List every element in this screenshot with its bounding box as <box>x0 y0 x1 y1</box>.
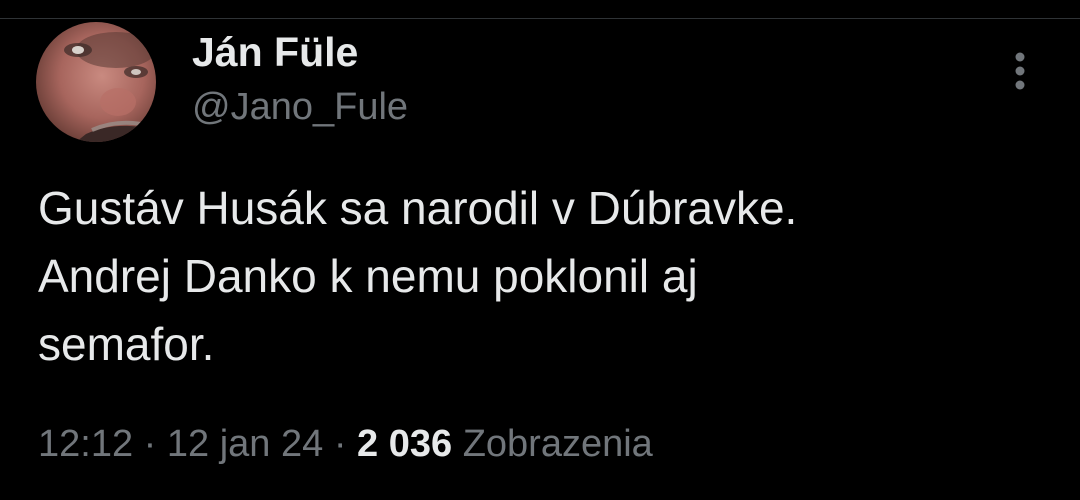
more-vertical-icon <box>1015 52 1025 90</box>
meta-separator: · <box>143 423 157 465</box>
more-options-button[interactable] <box>1000 46 1040 96</box>
author-handle[interactable]: @Jano_Fule <box>192 84 408 130</box>
views-label: Zobrazenia <box>462 423 653 465</box>
tweet-text: Gustáv Husák sa narodil v Dúbravke. Andr… <box>38 182 798 370</box>
top-divider <box>0 18 1080 19</box>
avatar[interactable] <box>36 22 156 142</box>
author-display-name[interactable]: Ján Füle <box>192 28 358 76</box>
tweet-time[interactable]: 12:12 <box>38 423 133 465</box>
tweet-metadata: 12:12 · 12 jan 24 · 2 036 Zobrazenia <box>38 420 653 468</box>
views-link[interactable]: 2 036 Zobrazenia <box>357 423 653 465</box>
tweet-date[interactable]: 12 jan 24 <box>167 423 323 465</box>
meta-separator: · <box>333 423 347 465</box>
views-count: 2 036 <box>357 423 453 465</box>
avatar-photo <box>64 32 156 142</box>
